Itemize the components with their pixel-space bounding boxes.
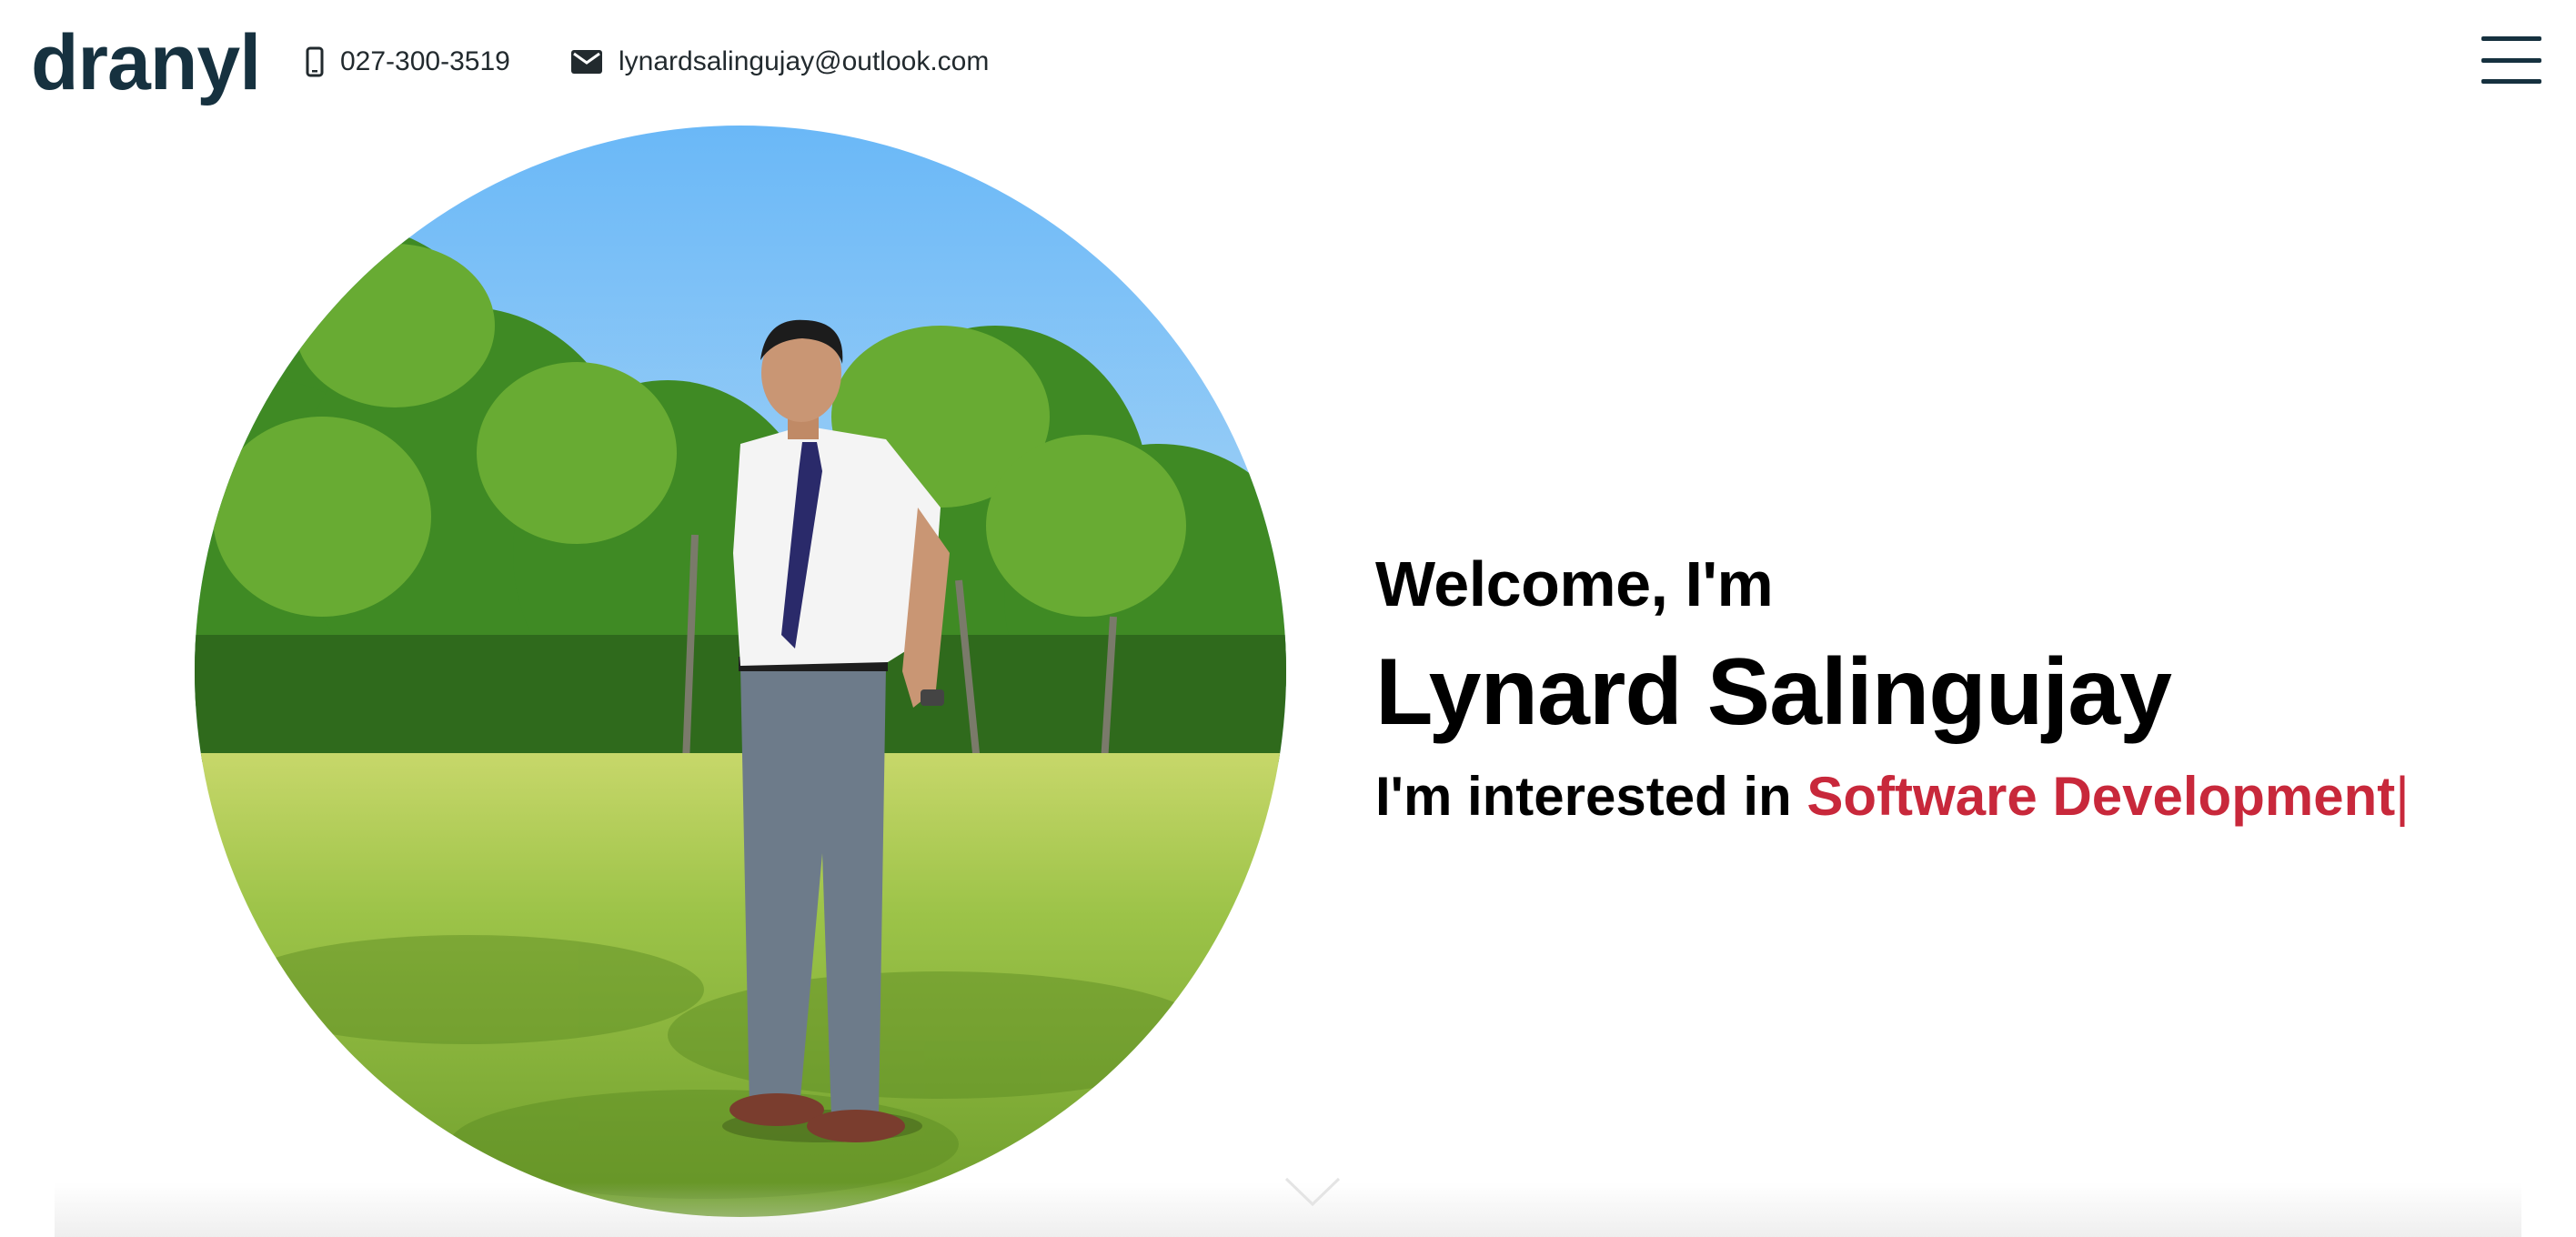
email-link[interactable]: lynardsalingujay@outlook.com [571,36,989,87]
phone-icon [306,46,324,77]
menu-bar-top [2481,36,2541,41]
phone-link[interactable]: 027-300-3519 [306,36,510,87]
interest-prefix: I'm interested in [1375,766,1792,827]
site-header: dranyl 027-300-3519 lynardsalingujay@out… [0,0,2576,124]
typed-interest: Software Development [1806,766,2396,827]
welcome-heading: Welcome, I'm [1375,548,1774,619]
phone-number: 027-300-3519 [340,46,510,76]
envelope-icon [571,50,602,74]
hero-intro: Welcome, I'm Lynard Salingujay I'm inter… [1375,537,2467,840]
email-address: lynardsalingujay@outlook.com [619,46,990,76]
site-logo[interactable]: dranyl [31,13,261,113]
profile-photo [195,126,1286,1217]
typing-cursor: | [2395,766,2410,827]
menu-bar-bottom [2481,79,2541,84]
hamburger-menu-icon[interactable] [2481,33,2543,87]
interest-line: I'm interested in Software Development| [1375,753,2467,840]
chevron-down-icon[interactable] [1284,1175,1341,1210]
menu-bar-middle [2481,57,2541,63]
name-heading: Lynard Salingujay [1375,639,2172,745]
